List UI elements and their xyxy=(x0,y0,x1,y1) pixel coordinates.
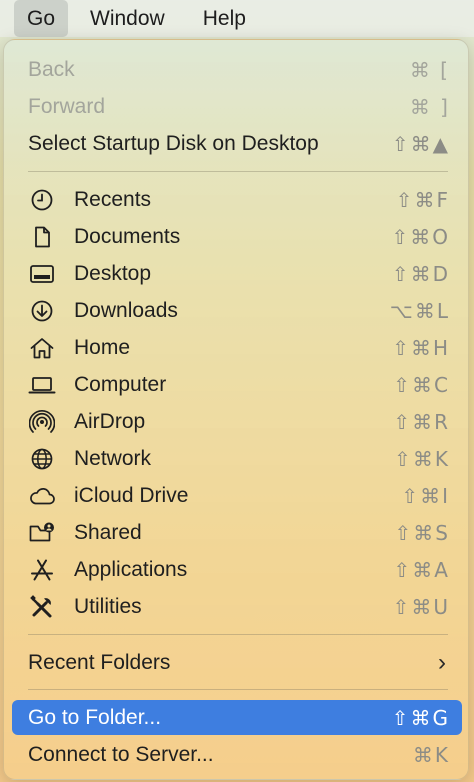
menu-item-label: AirDrop xyxy=(74,409,146,433)
menu-item-label: Applications xyxy=(74,557,188,581)
menu-item-label: Recent Folders xyxy=(28,650,171,674)
shortcut-text: ⇧⌘U xyxy=(392,594,450,619)
home-icon xyxy=(28,334,56,362)
shortcut-text: ⇧⌘G xyxy=(391,705,450,730)
menu-item-label: Network xyxy=(74,446,152,470)
menu-item-label: iCloud Drive xyxy=(74,483,189,507)
shared-folder-icon xyxy=(28,519,56,547)
document-icon xyxy=(28,223,56,251)
shortcut-text: ⌘K xyxy=(412,742,450,767)
menu-item-label: Connect to Server... xyxy=(28,742,214,766)
clock-icon xyxy=(28,186,56,214)
shortcut-text: ⇧⌘▲ xyxy=(391,131,450,156)
go-menu-dropdown: Back ⌘ [ Forward ⌘ ] Select Startup Disk… xyxy=(3,39,469,780)
shortcut-text: ⇧⌘C xyxy=(393,372,450,397)
menu-item-icloud-drive[interactable]: iCloud Drive ⇧⌘I xyxy=(12,478,462,513)
menu-item-label: Desktop xyxy=(74,261,152,285)
cloud-icon xyxy=(28,482,56,510)
menu-item-applications[interactable]: Applications ⇧⌘A xyxy=(12,552,462,587)
menu-go[interactable]: Go xyxy=(14,0,69,37)
menu-separator xyxy=(28,634,448,635)
desktop-icon xyxy=(28,260,56,288)
menu-item-label: Home xyxy=(74,335,131,359)
menu-window[interactable]: Window xyxy=(78,0,177,37)
menu-item-label: Forward xyxy=(28,94,106,118)
menu-item-desktop[interactable]: Desktop ⇧⌘D xyxy=(12,256,462,291)
menu-item-go-to-folder[interactable]: Go to Folder... ⇧⌘G xyxy=(12,700,462,735)
applications-icon xyxy=(28,556,56,584)
menu-separator xyxy=(28,171,448,172)
menu-help[interactable]: Help xyxy=(191,0,258,37)
menu-item-label: Utilities xyxy=(74,594,142,618)
airdrop-icon xyxy=(28,408,56,436)
menu-bar: Go Window Help xyxy=(0,0,474,37)
menu-item-downloads[interactable]: Downloads ⌥⌘L xyxy=(12,293,462,328)
menu-item-forward[interactable]: Forward ⌘ ] xyxy=(12,89,462,124)
menu-separator xyxy=(28,689,448,690)
download-icon xyxy=(28,297,56,325)
menu-item-recent-folders[interactable]: Recent Folders › xyxy=(12,645,462,680)
menu-item-label: Documents xyxy=(74,224,181,248)
menu-item-shared[interactable]: Shared ⇧⌘S xyxy=(12,515,462,550)
menu-item-label: Computer xyxy=(74,372,167,396)
menu-item-label: Recents xyxy=(74,187,152,211)
menu-item-recents[interactable]: Recents ⇧⌘F xyxy=(12,182,462,217)
shortcut-text: ⇧⌘K xyxy=(394,446,450,471)
menu-item-documents[interactable]: Documents ⇧⌘O xyxy=(12,219,462,254)
menu-item-network[interactable]: Network ⇧⌘K xyxy=(12,441,462,476)
menu-item-select-startup-disk[interactable]: Select Startup Disk on Desktop ⇧⌘▲ xyxy=(12,126,462,161)
menu-item-home[interactable]: Home ⇧⌘H xyxy=(12,330,462,365)
menu-item-label: Back xyxy=(28,57,75,81)
shortcut-text: ⇧⌘H xyxy=(392,335,450,360)
shortcut-text: ⇧⌘S xyxy=(394,520,450,545)
shortcut-text: ⇧⌘A xyxy=(393,557,450,582)
shortcut-text: ⇧⌘O xyxy=(391,224,450,249)
menu-item-back[interactable]: Back ⌘ [ xyxy=(12,52,462,87)
menu-item-computer[interactable]: Computer ⇧⌘C xyxy=(12,367,462,402)
shortcut-text: ⇧⌘F xyxy=(395,187,450,212)
shortcut-text: ⇧⌘I xyxy=(401,483,450,508)
menu-item-label: Downloads xyxy=(74,298,178,322)
menu-item-connect-to-server[interactable]: Connect to Server... ⌘K xyxy=(12,737,462,772)
shortcut-text: ⌘ ] xyxy=(409,94,450,119)
menu-item-airdrop[interactable]: AirDrop ⇧⌘R xyxy=(12,404,462,439)
menu-item-label: Select Startup Disk on Desktop xyxy=(28,131,319,155)
menu-item-label: Go to Folder... xyxy=(28,705,162,729)
tools-icon xyxy=(28,593,56,621)
menu-item-utilities[interactable]: Utilities ⇧⌘U xyxy=(12,589,462,624)
menu-item-label: Shared xyxy=(74,520,142,544)
shortcut-text: ⇧⌘R xyxy=(393,409,450,434)
shortcut-text: ⌥⌘L xyxy=(389,298,450,323)
chevron-right-icon: › xyxy=(438,648,446,676)
globe-icon xyxy=(28,445,56,473)
shortcut-text: ⌘ [ xyxy=(409,57,450,82)
shortcut-text: ⇧⌘D xyxy=(391,261,450,286)
laptop-icon xyxy=(28,371,56,399)
